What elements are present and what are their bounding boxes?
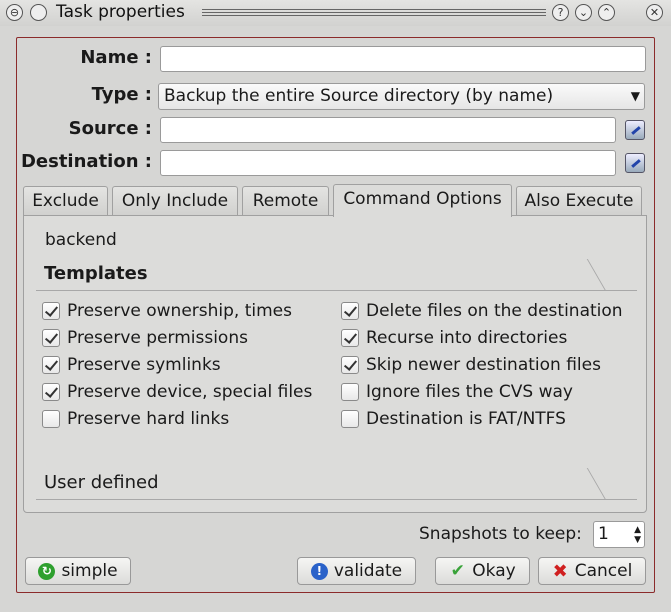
tab-remote[interactable]: Remote	[242, 186, 329, 216]
option-skip-newer[interactable]: Skip newer destination files	[341, 354, 601, 376]
x-icon: ✖	[552, 560, 568, 582]
validate-button-label: validate	[333, 561, 403, 581]
okay-button[interactable]: ✔ Okay	[435, 557, 530, 585]
validate-button[interactable]: ! validate	[297, 557, 416, 585]
cancel-button[interactable]: ✖ Cancel	[538, 557, 646, 585]
chevron-down-icon: ▼	[630, 89, 640, 103]
option-label: Preserve device, special files	[67, 382, 313, 402]
tab-also-execute[interactable]: Also Execute	[516, 186, 642, 216]
simple-button-label: simple	[61, 561, 118, 581]
option-recurse[interactable]: Recurse into directories	[341, 327, 567, 349]
backend-label: backend	[45, 230, 117, 250]
title-bar[interactable]: ⊖ Task properties ? ⌄ ⌃ ✕	[0, 0, 671, 26]
option-delete-files[interactable]: Delete files on the destination	[341, 300, 623, 322]
name-field[interactable]	[160, 46, 646, 72]
checkbox[interactable]	[42, 329, 60, 347]
title-grip	[202, 9, 546, 18]
checkbox[interactable]	[42, 410, 60, 428]
option-label: Skip newer destination files	[366, 355, 601, 375]
section-divider	[36, 499, 637, 500]
snapshots-label: Snapshots to keep:	[419, 524, 582, 544]
option-label: Preserve ownership, times	[67, 301, 293, 321]
minimize-icon[interactable]: ⌄	[575, 4, 592, 21]
option-preserve-permissions[interactable]: Preserve permissions	[42, 327, 248, 349]
command-options-panel: backend Templates Preserve ownership, ti…	[23, 215, 647, 513]
checkbox[interactable]	[341, 383, 359, 401]
spin-down-icon[interactable]: ▼	[634, 536, 641, 545]
section-corner	[553, 468, 607, 500]
option-label: Preserve symlinks	[67, 355, 221, 375]
type-select[interactable]: Backup the entire Source directory (by n…	[158, 83, 645, 110]
name-label: Name :	[80, 47, 152, 68]
user-defined-section-header[interactable]: User defined	[36, 468, 637, 500]
option-label: Ignore files the CVS way	[366, 382, 573, 402]
option-label: Delete files on the destination	[366, 301, 623, 321]
source-browse-icon[interactable]	[625, 120, 645, 140]
templates-section-header[interactable]: Templates	[36, 259, 637, 291]
destination-field[interactable]	[160, 150, 616, 176]
option-label: Preserve permissions	[67, 328, 248, 348]
tab-bar: Exclude Only Include Remote Command Opti…	[23, 184, 647, 217]
option-preserve-ownership[interactable]: Preserve ownership, times	[42, 300, 292, 322]
okay-button-label: Okay	[472, 561, 516, 581]
task-properties-window: ⊖ Task properties ? ⌄ ⌃ ✕ Name : Type : …	[0, 0, 671, 612]
refresh-icon: ↻	[38, 562, 56, 580]
checkbox[interactable]	[42, 356, 60, 374]
option-label: Destination is FAT/NTFS	[366, 409, 566, 429]
option-label: Recurse into directories	[366, 328, 568, 348]
snapshots-spinbox[interactable]: 1 ▲ ▼	[593, 521, 645, 548]
checkbox[interactable]	[341, 410, 359, 428]
tab-exclude[interactable]: Exclude	[23, 186, 108, 216]
user-defined-title: User defined	[44, 472, 159, 493]
checkbox[interactable]	[341, 356, 359, 374]
checkbox[interactable]	[42, 302, 60, 320]
snapshots-value: 1	[598, 524, 609, 544]
option-ignore-cvs[interactable]: Ignore files the CVS way	[341, 381, 573, 403]
option-fat-ntfs[interactable]: Destination is FAT/NTFS	[341, 408, 566, 430]
option-label: Preserve hard links	[67, 409, 230, 429]
help-icon[interactable]: ?	[552, 4, 569, 21]
close-icon[interactable]: ✕	[646, 4, 663, 21]
option-preserve-device[interactable]: Preserve device, special files	[42, 381, 312, 403]
pin-icon[interactable]	[30, 4, 47, 21]
option-preserve-symlinks[interactable]: Preserve symlinks	[42, 354, 221, 376]
section-divider	[36, 290, 637, 291]
checkbox[interactable]	[341, 302, 359, 320]
source-field[interactable]	[160, 117, 616, 143]
checkbox[interactable]	[42, 383, 60, 401]
window-title: Task properties	[56, 2, 185, 22]
info-icon: !	[310, 562, 328, 580]
option-preserve-hard-links[interactable]: Preserve hard links	[42, 408, 229, 430]
checkbox[interactable]	[341, 329, 359, 347]
destination-browse-icon[interactable]	[625, 153, 645, 173]
destination-label: Destination :	[20, 151, 152, 172]
source-label: Source :	[68, 118, 152, 139]
type-select-value: Backup the entire Source directory (by n…	[164, 86, 554, 106]
maximize-icon[interactable]: ⌃	[598, 4, 615, 21]
simple-button[interactable]: ↻ simple	[25, 557, 131, 585]
check-icon: ✔	[450, 560, 465, 581]
templates-title: Templates	[44, 263, 148, 284]
spin-up-icon[interactable]: ▲	[634, 526, 641, 535]
tab-command-options[interactable]: Command Options	[333, 184, 512, 217]
type-label: Type :	[91, 84, 152, 105]
tab-only-include[interactable]: Only Include	[112, 186, 238, 216]
cancel-button-label: Cancel	[574, 561, 633, 581]
section-corner	[553, 259, 607, 291]
app-menu-icon[interactable]: ⊖	[6, 4, 23, 21]
